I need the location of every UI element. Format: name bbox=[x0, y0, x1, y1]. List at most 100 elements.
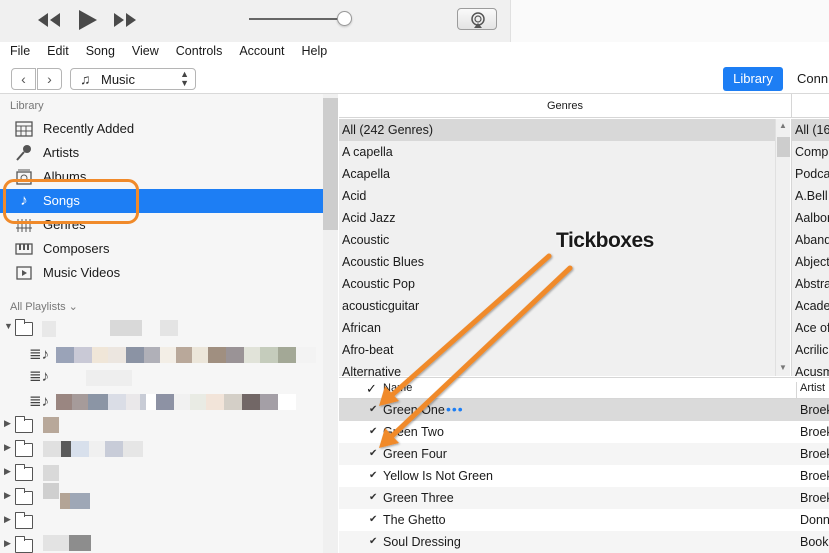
menu-view[interactable]: View bbox=[122, 42, 166, 62]
genre-row[interactable]: Acid bbox=[339, 185, 775, 207]
song-checkbox[interactable]: ✔ bbox=[369, 492, 377, 503]
play-icon[interactable] bbox=[76, 9, 100, 31]
artists-column-header[interactable] bbox=[791, 94, 829, 118]
artist-row[interactable]: Compi bbox=[792, 141, 829, 163]
disclosure-closed-icon: ▶ bbox=[4, 514, 11, 524]
sidebar-item-recently-added[interactable]: Recently Added bbox=[0, 117, 323, 141]
playlist-folder[interactable]: ▶ bbox=[0, 483, 323, 509]
genre-row[interactable]: A capella bbox=[339, 141, 775, 163]
scroll-up-icon[interactable]: ▲ bbox=[779, 121, 787, 130]
genre-row[interactable]: Acoustic Blues bbox=[339, 251, 775, 273]
playlist-folder[interactable]: ▶ bbox=[0, 413, 323, 437]
artist-row[interactable]: All (16 bbox=[792, 119, 829, 141]
airplay-button[interactable] bbox=[457, 8, 497, 30]
genre-row[interactable]: acousticguitar bbox=[339, 295, 775, 317]
song-row[interactable]: ✔ Green Two Broek bbox=[339, 421, 829, 443]
genre-row[interactable]: Acapella bbox=[339, 163, 775, 185]
menu-edit[interactable]: Edit bbox=[37, 42, 76, 62]
song-row[interactable]: ✔ Green One ••• Broek bbox=[339, 399, 829, 421]
artist-row[interactable]: Acade bbox=[792, 295, 829, 317]
menu-file[interactable]: File bbox=[0, 42, 37, 62]
artist-row[interactable]: Ace of bbox=[792, 317, 829, 339]
playlist-item[interactable]: ≣♪ bbox=[0, 343, 323, 367]
name-column-header[interactable]: Name bbox=[383, 382, 412, 394]
menu-song[interactable]: Song bbox=[76, 42, 122, 62]
scroll-thumb[interactable] bbox=[777, 137, 790, 157]
genres-scrollbar[interactable]: ▲ ▼ bbox=[775, 119, 790, 376]
disclosure-closed-icon: ▶ bbox=[4, 490, 11, 500]
song-row[interactable]: ✔ The Ghetto Donn bbox=[339, 509, 829, 531]
playlist-folder[interactable]: ▶ bbox=[0, 461, 323, 485]
artists-list: All (16 Compi Podca A.Bell Aalbor Aband … bbox=[791, 119, 829, 376]
artist-row[interactable]: Abject bbox=[792, 251, 829, 273]
song-checkbox[interactable]: ✔ bbox=[369, 470, 377, 481]
sidebar-item-music-videos[interactable]: Music Videos bbox=[0, 261, 323, 285]
playlist-folder[interactable]: ▼ bbox=[0, 316, 323, 340]
artist-row[interactable]: A.Bell bbox=[792, 185, 829, 207]
artist-row[interactable]: Podca bbox=[792, 163, 829, 185]
playlist-item[interactable]: ≣♪ bbox=[0, 365, 323, 389]
disclosure-closed-icon: ▶ bbox=[4, 538, 11, 548]
artist-row[interactable]: Aalbor bbox=[792, 207, 829, 229]
disclosure-closed-icon: ▶ bbox=[4, 442, 11, 452]
song-row[interactable]: ✔ Green Three Broek bbox=[339, 487, 829, 509]
genre-row[interactable]: Alternative bbox=[339, 361, 775, 376]
redacted-name bbox=[43, 441, 143, 457]
song-checkbox[interactable]: ✔ bbox=[369, 426, 377, 437]
playlist-folder[interactable]: ▶ bbox=[0, 533, 323, 553]
folder-icon bbox=[15, 464, 33, 481]
genre-row[interactable]: Afro-beat bbox=[339, 339, 775, 361]
chevron-right-icon: › bbox=[47, 71, 52, 87]
menu-account[interactable]: Account bbox=[229, 42, 291, 62]
song-row[interactable]: ✔ Yellow Is Not Green Broek bbox=[339, 465, 829, 487]
song-checkbox[interactable]: ✔ bbox=[369, 514, 377, 525]
next-track-icon[interactable] bbox=[112, 9, 138, 31]
sidebar-item-artists[interactable]: Artists bbox=[0, 141, 323, 165]
all-playlists-header[interactable]: All Playlists ⌄ bbox=[10, 300, 78, 313]
song-checkbox[interactable]: ✔ bbox=[369, 404, 377, 415]
artist-row[interactable]: Abstra bbox=[792, 273, 829, 295]
genres-column-header[interactable]: Genres bbox=[339, 94, 791, 118]
genre-row[interactable]: Acoustic Pop bbox=[339, 273, 775, 295]
sidebar: Library Recently Added Artists Albums ♪ … bbox=[0, 94, 323, 553]
sidebar-item-composers[interactable]: Composers bbox=[0, 237, 323, 261]
forward-button[interactable]: › bbox=[37, 68, 62, 90]
folder-icon bbox=[15, 488, 33, 505]
scroll-down-icon[interactable]: ▼ bbox=[779, 363, 787, 372]
menu-controls[interactable]: Controls bbox=[166, 42, 230, 62]
song-row[interactable]: ✔ Soul Dressing Booke bbox=[339, 531, 829, 553]
previous-track-icon[interactable] bbox=[36, 9, 62, 31]
song-title: Green Two bbox=[383, 425, 444, 439]
sidebar-scrollbar[interactable] bbox=[323, 94, 338, 553]
playlist-item[interactable]: ≣♪ bbox=[0, 390, 323, 414]
volume-knob[interactable] bbox=[337, 11, 352, 26]
artist-row[interactable]: Acrilic bbox=[792, 339, 829, 361]
redacted-name bbox=[43, 535, 91, 551]
annotation-label: Tickboxes bbox=[556, 229, 654, 252]
back-button[interactable]: ‹ bbox=[11, 68, 36, 90]
scroll-thumb[interactable] bbox=[323, 98, 338, 230]
redacted-name bbox=[43, 483, 59, 499]
playlist-folder[interactable]: ▶ bbox=[0, 437, 323, 461]
playlist-folder[interactable]: ▶ bbox=[0, 509, 323, 533]
menu-help[interactable]: Help bbox=[292, 42, 335, 62]
check-column-header[interactable]: ✓ bbox=[366, 381, 377, 397]
song-checkbox[interactable]: ✔ bbox=[369, 448, 377, 459]
genre-row[interactable]: Acid Jazz bbox=[339, 207, 775, 229]
folder-icon bbox=[15, 440, 33, 457]
artist-row[interactable]: Acusm bbox=[792, 361, 829, 376]
library-button[interactable]: Library bbox=[723, 67, 783, 91]
artist-column-header[interactable]: Artist bbox=[796, 382, 825, 400]
media-kind-select[interactable]: ♫ Music ▲ ▼ bbox=[70, 68, 196, 90]
more-options-button[interactable]: ••• bbox=[446, 401, 464, 417]
genre-row[interactable]: All (242 Genres) bbox=[339, 119, 775, 141]
song-checkbox[interactable]: ✔ bbox=[369, 536, 377, 547]
redacted-name bbox=[43, 465, 59, 481]
song-artist: Broek bbox=[800, 491, 829, 505]
volume-slider[interactable] bbox=[249, 18, 345, 20]
song-row[interactable]: ✔ Green Four Broek bbox=[339, 443, 829, 465]
artist-row[interactable]: Aband bbox=[792, 229, 829, 251]
genre-row[interactable]: African bbox=[339, 317, 775, 339]
song-artist: Donn bbox=[800, 513, 829, 527]
connect-tab[interactable]: Conn bbox=[797, 71, 828, 86]
